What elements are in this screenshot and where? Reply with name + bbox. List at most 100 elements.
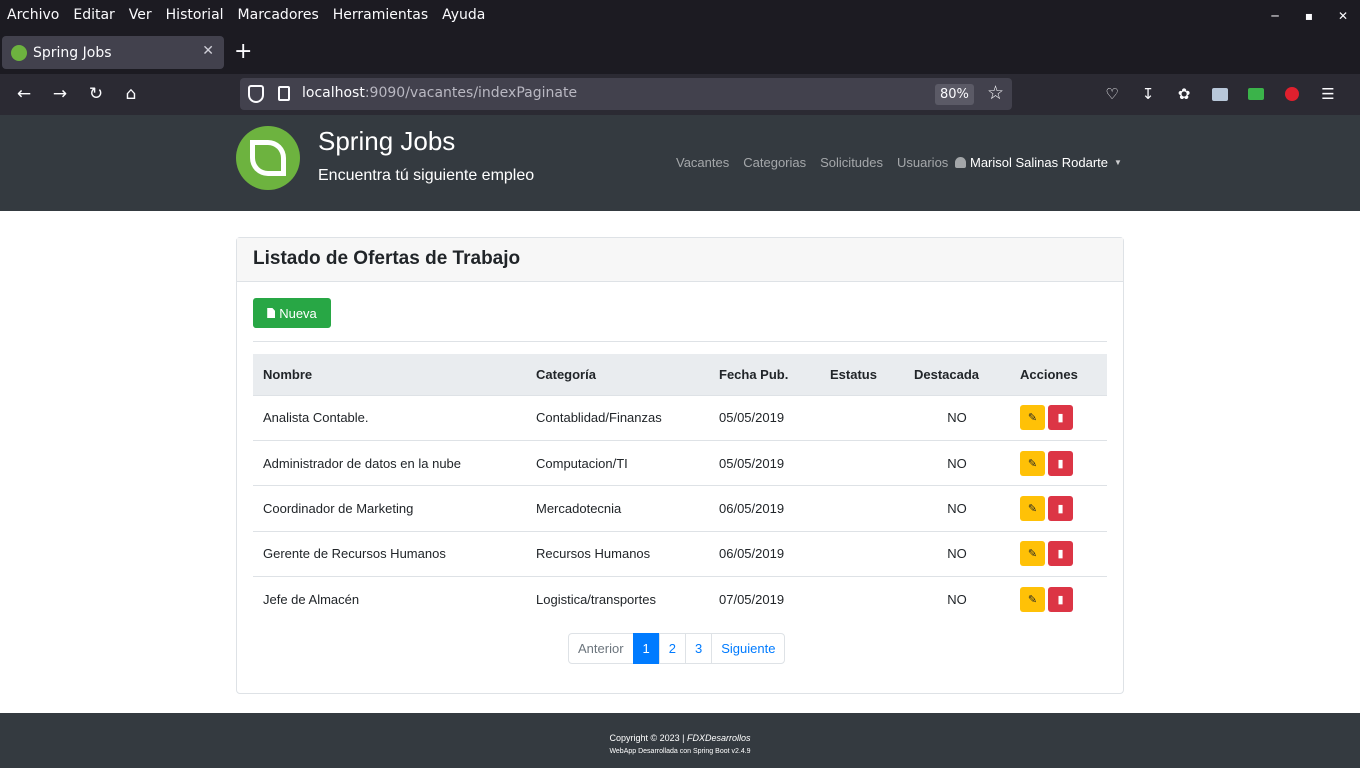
edit-pencil-icon[interactable]: ✎ [1020, 405, 1045, 431]
user-dropdown[interactable]: Marisol Salinas Rodarte ▼ [955, 155, 1122, 170]
menu-herramientas[interactable]: Herramientas [326, 0, 435, 31]
new-tab-icon[interactable]: + [234, 39, 252, 64]
pagination: Anterior 1 2 3 Siguiente [568, 633, 786, 664]
page-info-icon[interactable] [278, 86, 290, 101]
user-name: Marisol Salinas Rodarte [970, 155, 1109, 170]
bookmark-star-icon[interactable]: ☆ [987, 82, 1004, 104]
menu-ayuda[interactable]: Ayuda [435, 0, 492, 31]
nav-usuarios[interactable]: Usuarios [897, 155, 948, 170]
cell-estatus [820, 439, 904, 486]
extension-paw-icon[interactable]: ✿ [1166, 82, 1202, 106]
new-button-label: Nueva [279, 305, 317, 321]
delete-trash-icon[interactable]: ▮ [1048, 541, 1073, 567]
cell-estatus [820, 530, 904, 577]
menu-marcadores[interactable]: Marcadores [231, 0, 326, 31]
cell-fecha: 07/05/2019 [709, 576, 820, 622]
cell-estatus [820, 576, 904, 622]
close-window-icon[interactable]: ✕ [1326, 0, 1360, 31]
tab-spring-jobs[interactable]: Spring Jobs ✕ [2, 36, 224, 69]
cell-acciones: ✎ ▮ [1010, 485, 1107, 532]
file-icon [267, 308, 276, 318]
table-row: Gerente de Recursos Humanos Recursos Hum… [253, 530, 1107, 577]
cell-nombre: Gerente de Recursos Humanos [253, 530, 526, 577]
hamburger-menu-icon[interactable]: ☰ [1310, 82, 1346, 106]
pagination-page-3[interactable]: 3 [685, 633, 713, 664]
menu-historial[interactable]: Historial [159, 0, 231, 31]
cell-categoria: Computacion/TI [526, 439, 709, 486]
new-vacancy-button[interactable]: Nueva [253, 298, 331, 328]
pagination-page-2[interactable]: 2 [658, 633, 686, 664]
divider [253, 341, 1107, 342]
pagination-next[interactable]: Siguiente [711, 633, 786, 664]
site-footer: Copyright © 2023 | FDXDesarrollos WebApp… [0, 713, 1360, 768]
extension-screen-icon[interactable] [1202, 82, 1238, 106]
header-acciones: Acciones [1010, 354, 1107, 396]
cell-acciones: ✎ ▮ [1010, 576, 1107, 622]
browser-menubar: Archivo Editar Ver Historial Marcadores … [0, 0, 1360, 31]
nav-categorias[interactable]: Categorias [743, 155, 806, 170]
forward-icon[interactable]: → [48, 82, 72, 106]
table-row: Analista Contable. Contablidad/Finanzas … [253, 395, 1107, 440]
table-row: Administrador de datos en la nube Comput… [253, 439, 1107, 486]
cell-categoria: Logistica/transportes [526, 576, 709, 622]
nav-solicitudes[interactable]: Solicitudes [820, 155, 883, 170]
cell-categoria: Mercadotecnia [526, 485, 709, 532]
nav-vacantes[interactable]: Vacantes [676, 155, 729, 170]
url-text: localhost:9090/vacantes/indexPaginate [302, 85, 577, 101]
table-header-row: Nombre Categoría Fecha Pub. Estatus Dest… [253, 354, 1107, 396]
cell-destacada: NO [904, 576, 1010, 622]
edit-pencil-icon[interactable]: ✎ [1020, 587, 1045, 612]
edit-pencil-icon[interactable]: ✎ [1020, 495, 1045, 521]
company-name: FDXDesarrollos [687, 733, 751, 743]
menu-archivo[interactable]: Archivo [0, 0, 66, 31]
back-icon[interactable]: ← [12, 82, 36, 106]
table-row: Jefe de Almacén Logistica/transportes 07… [253, 576, 1107, 622]
menu-editar[interactable]: Editar [66, 0, 121, 31]
spring-favicon-icon [11, 44, 27, 61]
menu-ver[interactable]: Ver [122, 0, 159, 31]
window-controls: ─ ▪ ✕ [1258, 0, 1360, 31]
delete-trash-icon[interactable]: ▮ [1048, 495, 1073, 521]
cell-destacada: NO [904, 439, 1010, 486]
edit-pencil-icon[interactable]: ✎ [1020, 450, 1045, 476]
table-row: Coordinador de Marketing Mercadotecnia 0… [253, 485, 1107, 532]
spring-logo-icon[interactable] [236, 126, 300, 190]
copyright-text: Copyright © 2023 | [609, 733, 685, 743]
download-icon[interactable]: ↧ [1130, 82, 1166, 106]
url-path: :9090/vacantes/indexPaginate [364, 85, 578, 101]
cell-nombre: Analista Contable. [263, 410, 369, 426]
home-icon[interactable]: ⌂ [119, 82, 143, 106]
minimize-icon[interactable]: ─ [1258, 0, 1292, 31]
delete-trash-icon[interactable]: ▮ [1048, 405, 1073, 431]
maximize-icon[interactable]: ▪ [1292, 0, 1326, 31]
cell-fecha: 06/05/2019 [709, 530, 820, 577]
card-title: Listado de Ofertas de Trabajo [237, 238, 1123, 282]
cell-nombre: Jefe de Almacén [253, 576, 526, 622]
zoom-level-badge[interactable]: 80% [935, 84, 974, 105]
cell-acciones: ✎ ▮ [1010, 395, 1107, 440]
extension-lock-icon[interactable] [1274, 82, 1310, 106]
edit-pencil-icon[interactable]: ✎ [1020, 541, 1045, 567]
close-tab-icon[interactable]: ✕ [202, 43, 214, 59]
cell-categoria: Contablidad/Finanzas [536, 410, 662, 426]
delete-trash-icon[interactable]: ▮ [1048, 450, 1073, 476]
header-categoria: Categoría [526, 354, 709, 396]
cell-acciones: ✎ ▮ [1010, 530, 1107, 577]
tab-title: Spring Jobs [33, 44, 112, 61]
pagination-page-1[interactable]: 1 [632, 633, 660, 664]
reload-icon[interactable]: ↻ [84, 82, 108, 106]
cell-destacada: NO [947, 410, 967, 426]
cell-estatus [820, 395, 904, 440]
delete-trash-icon[interactable]: ▮ [1048, 587, 1073, 612]
header-nombre: Nombre [253, 354, 526, 396]
footer-copyright: Copyright © 2023 | FDXDesarrollos [0, 733, 1360, 743]
cell-acciones: ✎ ▮ [1010, 439, 1107, 486]
brand-title[interactable]: Spring Jobs [318, 126, 455, 157]
pocket-icon[interactable]: ♡ [1094, 82, 1130, 106]
address-bar[interactable]: localhost:9090/vacantes/indexPaginate 80… [240, 78, 1012, 110]
cell-categoria: Recursos Humanos [526, 530, 709, 577]
shield-icon[interactable] [248, 85, 264, 103]
extension-green-icon[interactable] [1238, 82, 1274, 106]
cell-destacada: NO [904, 530, 1010, 577]
pagination-prev[interactable]: Anterior [568, 633, 634, 664]
